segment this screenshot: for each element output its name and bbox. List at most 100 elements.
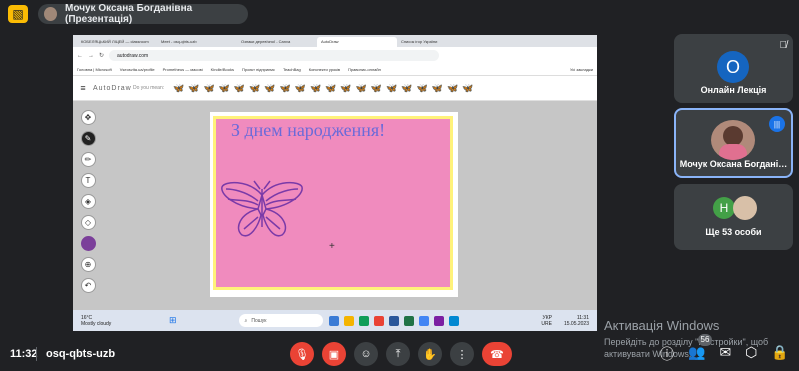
chrome-icon[interactable]: [418, 315, 429, 326]
participant-avatar: О: [717, 51, 749, 83]
fill-tool-icon[interactable]: ◈: [80, 194, 96, 209]
url-field[interactable]: autodraw.com: [109, 50, 440, 61]
autodraw-toolbar: ≡ AutoDraw Do you mean: 🦋 🦋 🦋 🦋 🦋 🦋 🦋 🦋 …: [73, 76, 597, 101]
people-icon[interactable]: 👥: [688, 344, 705, 364]
excel-icon[interactable]: [403, 315, 414, 326]
opera-icon[interactable]: [373, 315, 384, 326]
others-tile[interactable]: Н Ще 53 особи: [674, 184, 793, 250]
taskbar-search-label: Пошук: [251, 317, 267, 324]
taskbar-search[interactable]: ⌕ Пошук: [238, 314, 323, 327]
suggestion-item[interactable]: 🦋: [432, 83, 443, 94]
watermark-title: Активація Windows: [604, 318, 720, 333]
taskview-icon[interactable]: [328, 315, 339, 326]
info-icon[interactable]: ⓘ: [660, 344, 674, 364]
weather-widget[interactable]: 16°C Mostly cloudy: [73, 315, 133, 327]
suggestion-item[interactable]: 🦋: [188, 83, 199, 94]
type-tool-icon[interactable]: T: [80, 173, 96, 188]
others-count[interactable]: Ще 53 особи: [674, 227, 793, 237]
taskbar-apps: [328, 315, 459, 326]
bookmark-item[interactable]: TeachBag: [283, 67, 301, 72]
camera-off-icon[interactable]: ▧: [8, 5, 28, 23]
browser-tab[interactable]: КОБЕЛЯЦЬКИЙ ЛІЦЕЙ — classroom: [77, 37, 157, 47]
did-you-mean-label: Do you mean:: [133, 85, 165, 91]
more-options-button[interactable]: ⋮: [450, 342, 474, 366]
meeting-clock: 11:32: [10, 348, 38, 360]
system-tray: УКР URE 11:31 15.05.2023: [541, 315, 597, 327]
divider: [36, 347, 37, 361]
raise-hand-button[interactable]: ✋: [418, 342, 442, 366]
bookmark-item[interactable]: Правопис-онлайн: [348, 67, 381, 72]
color-picker[interactable]: [80, 236, 96, 251]
activities-icon[interactable]: ⬡: [745, 344, 757, 364]
host-controls-icon[interactable]: 🔒: [771, 344, 788, 364]
participant-avatar: Н: [713, 197, 735, 219]
zoom-icon[interactable]: ⊕: [80, 257, 96, 272]
mic-toggle-button[interactable]: 🎙: [290, 342, 314, 366]
draw-tool-icon[interactable]: ✏: [80, 152, 96, 167]
lang-label[interactable]: УКР: [541, 315, 552, 321]
bookmark-item[interactable]: Проєкт підприємс: [242, 67, 275, 72]
suggestion-item[interactable]: 🦋: [295, 83, 306, 94]
browser-tab-active[interactable]: AutoDraw: [317, 37, 397, 47]
participant-tile-active[interactable]: ||| Мочук Оксана Богдані…: [674, 108, 793, 178]
people-count-badge: 56: [698, 334, 712, 346]
back-icon[interactable]: ←: [77, 53, 83, 59]
participant-tile[interactable]: 🎙̸ О Онлайн Лекція: [674, 34, 793, 103]
word-icon[interactable]: [388, 315, 399, 326]
camera-toggle-button[interactable]: ▣: [322, 342, 346, 366]
reload-icon[interactable]: ↻: [99, 52, 104, 59]
present-button[interactable]: ⤒: [386, 342, 410, 366]
explorer-icon[interactable]: [343, 315, 354, 326]
bookmark-item[interactable]: Vseosvita.ua/profile: [120, 67, 155, 72]
chat-icon[interactable]: ✉: [719, 344, 731, 364]
undo-icon[interactable]: ↶: [80, 278, 96, 293]
forward-icon[interactable]: →: [88, 53, 94, 59]
butterfly-drawing: [221, 180, 303, 237]
all-bookmarks[interactable]: Усі закладки: [570, 67, 597, 72]
suggestion-item[interactable]: 🦋: [417, 83, 428, 94]
edge-icon[interactable]: [358, 315, 369, 326]
participant-photo: [711, 120, 755, 160]
suggestion-item[interactable]: 🦋: [219, 83, 230, 94]
suggestion-item[interactable]: 🦋: [386, 83, 397, 94]
suggestion-item[interactable]: 🦋: [310, 83, 321, 94]
windows-start-icon[interactable]: ⊞: [169, 315, 177, 326]
suggestion-item[interactable]: 🦋: [264, 83, 275, 94]
windows-taskbar: 16°C Mostly cloudy ⊞ ⌕ Пошук УКР URE 11:: [73, 310, 597, 331]
presenter-avatar: [44, 7, 57, 21]
suggestion-item[interactable]: 🦋: [356, 83, 367, 94]
suggestion-item[interactable]: 🦋: [447, 83, 458, 94]
suggestion-list: 🦋 🦋 🦋 🦋 🦋 🦋 🦋 🦋 🦋 🦋 🦋 🦋 🦋 🦋 🦋 🦋 🦋 🦋 🦋 🦋: [173, 83, 473, 94]
suggestion-item[interactable]: 🦋: [280, 83, 291, 94]
move-tool-icon[interactable]: ✥: [80, 110, 96, 125]
menu-icon[interactable]: ≡: [73, 83, 93, 93]
shape-tool-icon[interactable]: ◇: [80, 215, 96, 230]
suggestion-item[interactable]: 🦋: [173, 83, 184, 94]
suggestion-item[interactable]: 🦋: [371, 83, 382, 94]
lang-label-2: URE: [541, 320, 552, 327]
suggestion-item[interactable]: 🦋: [203, 83, 214, 94]
browser-tab[interactable]: Meet - osq-qbts-uzb: [157, 37, 237, 47]
bookmark-item[interactable]: Конспекти уроків: [309, 67, 340, 72]
mic-off-icon: 🎙̸: [779, 40, 788, 51]
suggestion-item[interactable]: 🦋: [234, 83, 245, 94]
suggestion-item[interactable]: 🦋: [340, 83, 351, 94]
suggestion-item[interactable]: 🦋: [325, 83, 336, 94]
bookmark-item[interactable]: Kindle/Books: [211, 67, 234, 72]
browser-tab[interactable]: Ознаки дерев'яної - Canva: [237, 37, 317, 47]
emoji-button[interactable]: ☺: [354, 342, 378, 366]
app-icon[interactable]: [433, 315, 444, 326]
meeting-code: osq-qbts-uzb: [46, 348, 116, 360]
presenter-badge: Мочук Оксана Богданівна (Презентація): [38, 3, 248, 25]
suggestion-item[interactable]: 🦋: [462, 83, 473, 94]
bookmark-item[interactable]: Головна | Microsoft: [77, 67, 112, 72]
bookmark-item[interactable]: Prometheus — масові: [163, 67, 203, 72]
end-call-button[interactable]: ☎: [482, 342, 512, 366]
browser-tab-strip: КОБЕЛЯЦЬКИЙ ЛІЦЕЙ — classroom Meet - osq…: [73, 35, 597, 47]
app-icon[interactable]: [448, 315, 459, 326]
browser-tab[interactable]: Список ігор України: [397, 37, 477, 47]
suggestion-item[interactable]: 🦋: [249, 83, 260, 94]
autodraw-tool-icon[interactable]: ✎: [80, 131, 96, 146]
participant-name: Мочук Оксана Богдані…: [679, 159, 788, 169]
suggestion-item[interactable]: 🦋: [401, 83, 412, 94]
